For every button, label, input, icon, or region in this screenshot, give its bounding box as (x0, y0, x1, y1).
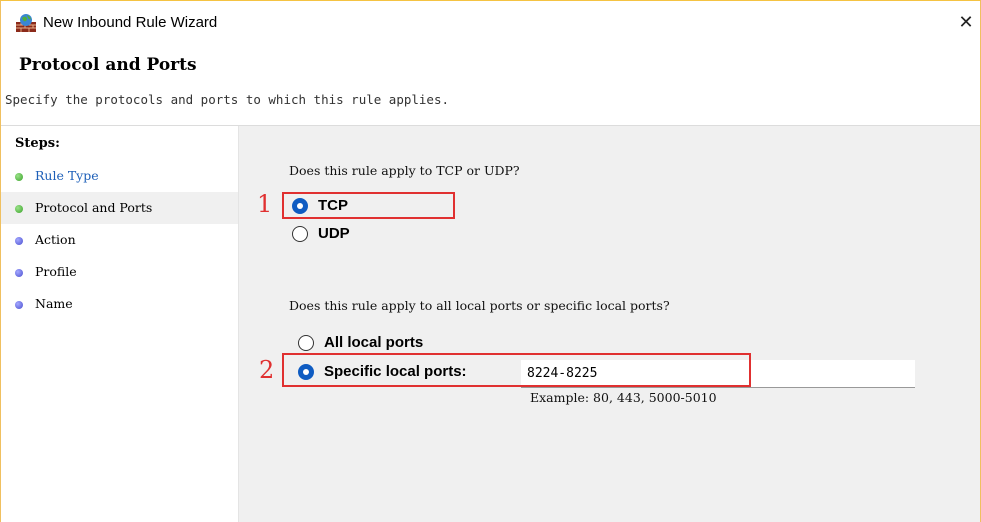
page-subtitle: Specify the protocols and ports to which… (5, 92, 450, 107)
step-pending-icon (15, 301, 23, 309)
udp-label: UDP (318, 225, 350, 242)
tcp-radio[interactable]: TCP (292, 196, 442, 218)
step-label: Protocol and Ports (35, 200, 153, 215)
step-done-icon (15, 173, 23, 181)
annotation-number-2: 2 (259, 356, 275, 384)
page-header: Protocol and Ports Specify the protocols… (1, 45, 980, 126)
steps-heading: Steps: (15, 136, 60, 151)
step-rule-type[interactable]: Rule Type (1, 160, 238, 192)
step-pending-icon (15, 237, 23, 245)
firewall-icon (15, 13, 37, 33)
page-title: Protocol and Ports (19, 55, 197, 75)
step-label: Rule Type (35, 168, 99, 183)
content-panel (239, 126, 980, 522)
steps-panel: Steps: Rule Type Protocol and Ports Acti… (1, 126, 239, 522)
close-icon: ✕ (958, 12, 974, 33)
radio-selected-icon (292, 198, 308, 214)
annotation-number-1: 1 (257, 190, 273, 218)
step-label: Action (35, 232, 76, 247)
wizard-window: New Inbound Rule Wizard ✕ Protocol and P… (0, 0, 981, 522)
step-name: Name (1, 288, 238, 320)
title-bar[interactable]: New Inbound Rule Wizard ✕ (1, 1, 980, 45)
all-local-ports-label: All local ports (324, 334, 424, 351)
radio-unselected-icon (298, 335, 314, 351)
step-pending-icon (15, 269, 23, 277)
all-local-ports-radio[interactable]: All local ports (298, 333, 478, 355)
ports-example-hint: Example: 80, 443, 5000-5010 (530, 390, 717, 405)
window-title: New Inbound Rule Wizard (43, 14, 218, 31)
step-current-icon (15, 205, 23, 213)
radio-unselected-icon (292, 226, 308, 242)
specific-local-ports-label: Specific local ports: (324, 363, 467, 380)
step-profile: Profile (1, 256, 238, 288)
step-label: Name (35, 296, 73, 311)
ports-question: Does this rule apply to all local ports … (289, 298, 670, 313)
step-protocol-and-ports[interactable]: Protocol and Ports (1, 192, 238, 224)
step-label: Profile (35, 264, 77, 279)
close-button[interactable]: ✕ (952, 9, 980, 37)
udp-radio[interactable]: UDP (292, 224, 442, 246)
tcp-label: TCP (318, 197, 348, 214)
protocol-question: Does this rule apply to TCP or UDP? (289, 163, 520, 178)
step-action: Action (1, 224, 238, 256)
specific-local-ports-radio[interactable]: Specific local ports: (298, 362, 498, 384)
radio-selected-icon (298, 364, 314, 380)
